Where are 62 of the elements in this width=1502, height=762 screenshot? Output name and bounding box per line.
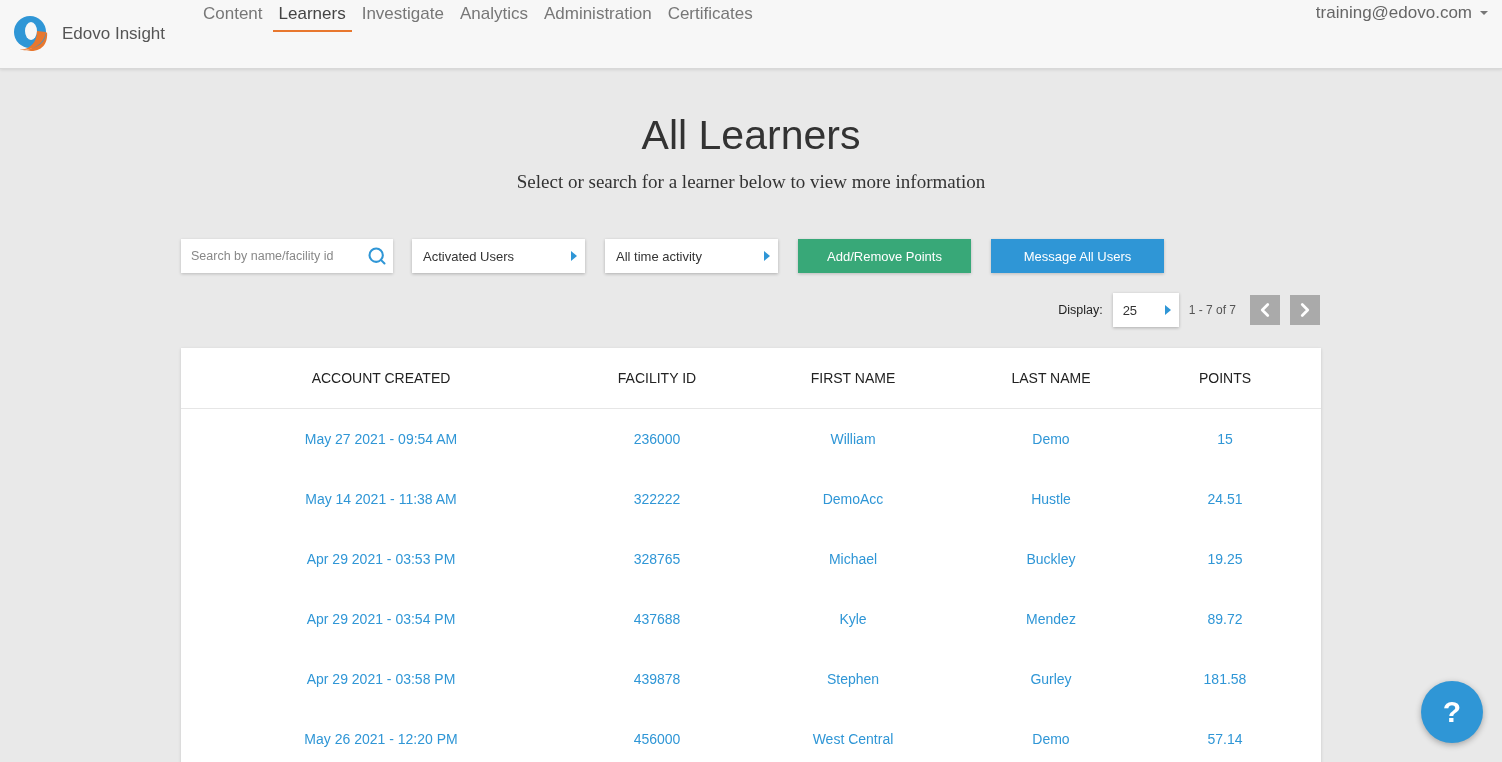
- next-page-button[interactable]: [1290, 295, 1320, 325]
- nav-tab[interactable]: Certificates: [661, 2, 759, 32]
- nav-tab[interactable]: Learners: [272, 2, 352, 32]
- table-cell-link[interactable]: 19.25: [1207, 551, 1243, 567]
- table-cell-link[interactable]: Hustle: [1031, 491, 1071, 507]
- table-cell-link[interactable]: Apr 29 2021 - 03:53 PM: [306, 551, 456, 567]
- table-cell-link[interactable]: William: [830, 431, 876, 447]
- table-cell-link[interactable]: 322222: [633, 491, 681, 507]
- table-cell-link[interactable]: Stephen: [826, 671, 880, 687]
- table-cell-link[interactable]: Apr 29 2021 - 03:58 PM: [306, 671, 456, 687]
- nav-tab[interactable]: Content: [197, 2, 269, 32]
- page-range: 1 - 7 of 7: [1188, 303, 1236, 317]
- column-header: ACCOUNT CREATED: [310, 370, 452, 386]
- table-cell-link[interactable]: 89.72: [1207, 611, 1243, 627]
- filter-dropdown[interactable]: Activated Users: [412, 239, 585, 273]
- nav-tab[interactable]: Administration: [537, 2, 658, 32]
- caret-icon: [1480, 11, 1488, 15]
- table-cell-link[interactable]: West Central: [812, 731, 894, 747]
- triangle-icon: [764, 251, 770, 261]
- search-icon: [367, 246, 387, 266]
- table-cell-link[interactable]: 439878: [633, 671, 681, 687]
- table-cell-link[interactable]: Gurley: [1030, 671, 1072, 687]
- page-title: All Learners: [641, 112, 861, 159]
- column-header: LAST NAME: [1010, 370, 1092, 386]
- table-cell-link[interactable]: 328765: [633, 551, 681, 567]
- table-cell-link[interactable]: 15: [1217, 431, 1233, 447]
- table-cell-link[interactable]: 181.58: [1203, 671, 1247, 687]
- table-cell-link[interactable]: 456000: [633, 731, 681, 747]
- table-cell-link[interactable]: Apr 29 2021 - 03:54 PM: [306, 611, 456, 627]
- display-label: Display:: [1058, 303, 1103, 317]
- table-cell-link[interactable]: 236000: [633, 431, 681, 447]
- previous-page-button[interactable]: [1250, 295, 1280, 325]
- nav-tab[interactable]: Analytics: [453, 2, 534, 32]
- table-cell-link[interactable]: Michael: [828, 551, 878, 567]
- table-cell-link[interactable]: Buckley: [1026, 551, 1076, 567]
- column-header: POINTS: [1197, 370, 1253, 386]
- table-cell-link[interactable]: May 14 2021 - 11:38 AM: [305, 491, 457, 507]
- table-cell-link[interactable]: Demo: [1032, 731, 1070, 747]
- triangle-icon: [1164, 305, 1171, 315]
- filter-dropdown[interactable]: All time activity: [605, 239, 778, 273]
- nav-tab[interactable]: Investigate: [355, 2, 450, 32]
- column-header: FACILITY ID: [616, 370, 698, 386]
- table-cell-link[interactable]: 437688: [633, 611, 681, 627]
- table-cell-link[interactable]: Kyle: [839, 611, 867, 627]
- action-button[interactable]: Message All Users: [991, 239, 1164, 273]
- page-subtitle: Select or search for a learner below to view more information: [516, 171, 986, 193]
- user-menu[interactable]: training@edovo.com: [1315, 3, 1488, 23]
- search-field[interactable]: Search by name/facility id: [181, 239, 393, 273]
- table-cell-link[interactable]: May 27 2021 - 09:54 AM: [304, 431, 458, 447]
- logo-icon: [14, 15, 48, 52]
- table-cell-link[interactable]: Mendez: [1026, 611, 1076, 627]
- table-cell-link[interactable]: Demo: [1032, 431, 1070, 447]
- table-cell-link[interactable]: DemoAcc: [822, 491, 884, 507]
- page-size-dropdown[interactable]: 25: [1112, 293, 1179, 327]
- column-header: FIRST NAME: [809, 370, 897, 386]
- table-cell-link[interactable]: 24.51: [1207, 491, 1243, 507]
- help-button[interactable]: ?: [1421, 681, 1483, 743]
- table-cell-link[interactable]: May 26 2021 - 12:20 PM: [304, 731, 458, 747]
- triangle-icon: [571, 251, 577, 261]
- table-cell-link[interactable]: 57.14: [1207, 731, 1243, 747]
- action-button[interactable]: Add/Remove Points: [798, 239, 971, 273]
- brand-name: Edovo Insight: [62, 23, 165, 44]
